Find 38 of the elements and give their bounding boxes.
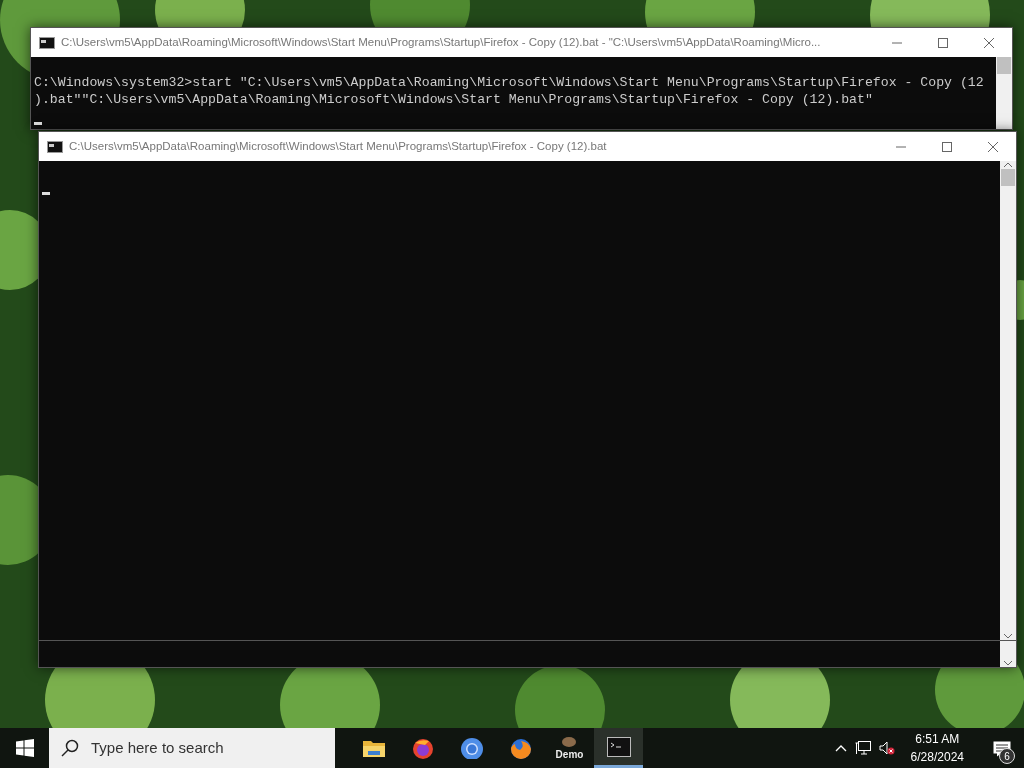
taskbar-button[interactable] (594, 728, 643, 768)
console-line: C:\Windows\system32>start "C:\Users\vm5\AppData\Roaming\Microsoft\Windows\Start Menu\Programs\Startup\Firefox - Copy (12 (34, 74, 985, 91)
close-icon (984, 37, 994, 48)
window-title: C:\Users\vm5\AppData\Roaming\Microsoft\Windows\Start Menu\Programs\Startup\Firefox - Copy (12).bat (69, 138, 608, 154)
scrollbar-thumb[interactable] (997, 57, 1011, 74)
scroll-down-icon[interactable] (1003, 632, 1013, 640)
clock[interactable]: 6:51 AM 6/28/2024 (902, 730, 972, 766)
scrollbar[interactable] (1000, 641, 1016, 667)
maximize-icon (942, 141, 952, 152)
app-label: Demo (555, 747, 584, 762)
text-cursor (34, 122, 42, 125)
notification-count: 6 (999, 748, 1015, 764)
close-icon (988, 141, 998, 152)
clock-time: 6:51 AM (914, 731, 961, 748)
text-cursor (42, 192, 50, 195)
search-field[interactable]: Type here to search (49, 728, 335, 768)
scroll-down-icon[interactable] (1003, 659, 1013, 667)
clock-date: 6/28/2024 (910, 749, 964, 766)
window-title: C:\Users\vm5\AppData\Roaming\Microsoft\Windows\Start Menu\Programs\Startup\Firefox - Copy (12).bat - "C:\Users\vm5\AppData\Roaming\Micro... (61, 34, 822, 50)
scrollbar[interactable] (1000, 161, 1016, 640)
browser-icon (508, 737, 533, 759)
chevron-up-icon[interactable] (834, 744, 847, 752)
muted-speaker-icon[interactable] (878, 741, 895, 755)
console-icon (606, 735, 631, 758)
browser-icon (459, 737, 484, 759)
console-icon (39, 36, 55, 49)
scroll-up-icon[interactable] (1003, 161, 1013, 169)
console-line: ).bat""C:\Users\vm5\AppData\Roaming\Microsoft\Windows\Start Menu\Programs\Startup\Firefox - Copy (12).bat" (34, 91, 874, 108)
browser-icon (410, 737, 435, 759)
windows-logo-icon (15, 739, 34, 757)
console-icon (47, 140, 63, 153)
search-icon (61, 739, 79, 757)
scrollbar-thumb[interactable] (1001, 169, 1015, 186)
scrollbar[interactable] (996, 57, 1012, 129)
notification-button[interactable]: 6 (980, 728, 1024, 768)
taskbar-button[interactable]: Demo (545, 728, 594, 768)
network-icon[interactable] (854, 741, 871, 755)
maximize-icon (938, 37, 948, 48)
